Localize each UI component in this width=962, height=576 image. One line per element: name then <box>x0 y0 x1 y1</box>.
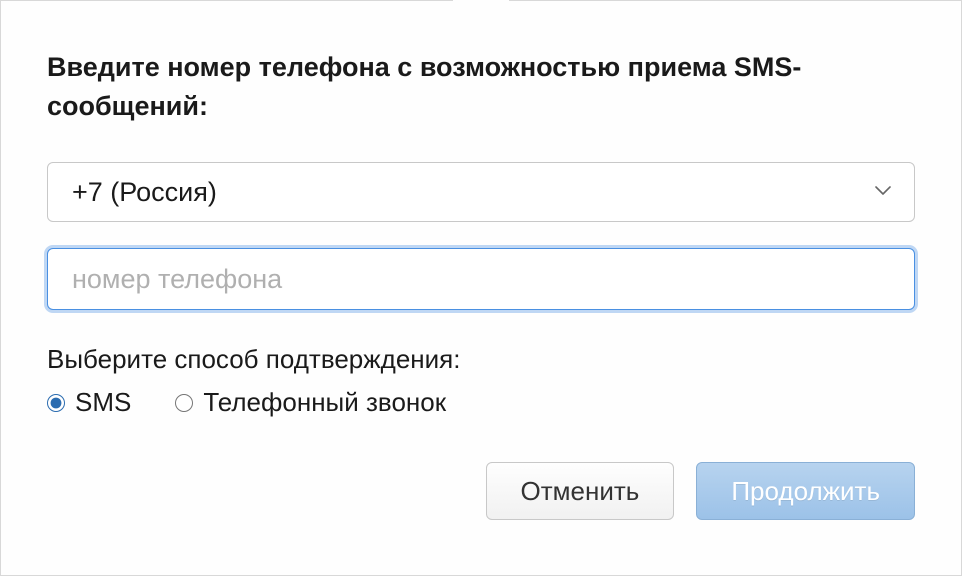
phone-entry-dialog: Введите номер телефона с возможностью пр… <box>0 0 962 576</box>
radio-sms-label: SMS <box>75 387 131 418</box>
verification-label: Выберите способ подтверждения: <box>47 344 915 375</box>
country-select[interactable]: +7 (Россия) <box>47 162 915 222</box>
country-select-wrap: +7 (Россия) <box>47 162 915 222</box>
radio-option-call[interactable]: Телефонный звонок <box>175 387 446 418</box>
radio-option-sms[interactable]: SMS <box>47 387 131 418</box>
radio-sms-input[interactable] <box>47 394 65 412</box>
cancel-button[interactable]: Отменить <box>486 462 675 520</box>
continue-button[interactable]: Продолжить <box>696 462 915 520</box>
dialog-button-row: Отменить Продолжить <box>47 462 915 520</box>
instruction-text: Введите номер телефона с возможностью пр… <box>47 48 915 126</box>
phone-input[interactable] <box>47 248 915 310</box>
radio-call-label: Телефонный звонок <box>203 387 446 418</box>
verification-radio-group: SMS Телефонный звонок <box>47 387 915 418</box>
radio-call-input[interactable] <box>175 394 193 412</box>
